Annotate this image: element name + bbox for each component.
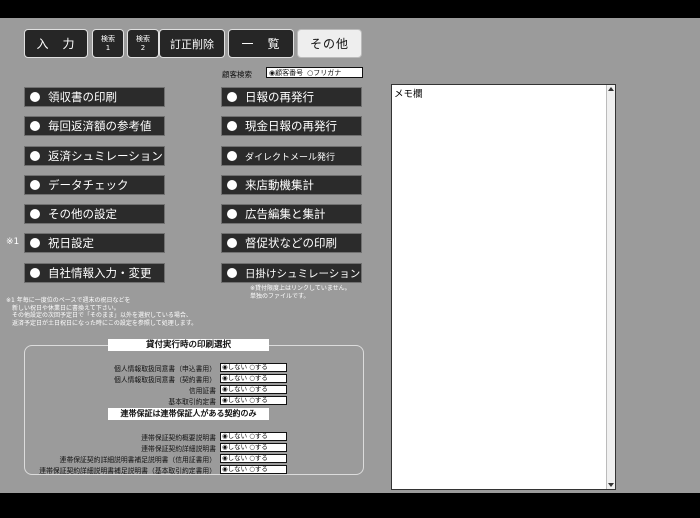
holiday-note-mark: ※1 xyxy=(6,237,20,247)
bullet-icon xyxy=(30,268,40,278)
menu-label: 領収書の印刷 xyxy=(48,90,117,104)
menu-label: 返済シュミレーション xyxy=(48,149,163,163)
print-option-radio[interactable]: ◉しない ○する xyxy=(220,374,287,383)
right-note-line: 単独のファイルです。 xyxy=(250,292,310,300)
bullet-icon xyxy=(227,268,237,278)
guarantor-option-radio[interactable]: ◉しない ○する xyxy=(220,465,287,474)
bullet-icon xyxy=(30,238,40,248)
menu-repayment-simulation[interactable]: 返済シュミレーション xyxy=(24,146,165,166)
bullet-icon xyxy=(227,209,237,219)
menu-holiday-settings[interactable]: 祝日設定 xyxy=(24,233,165,253)
print-settings-title: 貸付実行時の印刷選択 xyxy=(108,339,269,351)
scroll-down-icon[interactable] xyxy=(608,483,614,487)
tab-other[interactable]: その他 xyxy=(297,29,362,58)
customer-search-label: 顧客検索 xyxy=(222,70,252,79)
holiday-note-line: ※1 年毎に一度位のペースで週末の祝日などを xyxy=(6,297,131,304)
tab-search-1[interactable]: 検索 1 xyxy=(92,29,124,58)
menu-label: 現金日報の再発行 xyxy=(245,119,337,133)
guarantor-option-radio[interactable]: ◉しない ○する xyxy=(220,443,287,452)
menu-label: その他の設定 xyxy=(48,207,117,221)
tab-search-2[interactable]: 検索 2 xyxy=(127,29,159,58)
menu-ad-edit-stats[interactable]: 広告編集と集計 xyxy=(221,204,362,224)
menu-label: 自社情報入力・変更 xyxy=(48,266,152,280)
menu-visit-motive-stats[interactable]: 来店動機集計 xyxy=(221,175,362,195)
menu-receipt-print[interactable]: 領収書の印刷 xyxy=(24,87,165,107)
print-settings-panel: 貸付実行時の印刷選択 個人情報取扱同意書（申込書用） ◉しない ○する 個人情報… xyxy=(24,339,364,475)
holiday-note-line: 新しい祝日や休業日に書換えて下さい。 xyxy=(6,304,120,312)
memo-label: メモ欄 xyxy=(394,89,423,100)
menu-label: 日報の再発行 xyxy=(245,90,314,104)
menu-label: 督促状などの印刷 xyxy=(245,236,337,250)
holiday-note: ※1 年毎に一度位のペースで週末の祝日などを 新しい祝日や休業日に書換えて下さい… xyxy=(6,297,197,327)
memo-scrollbar[interactable] xyxy=(606,85,615,489)
scroll-up-icon[interactable] xyxy=(608,87,614,91)
menu-cash-report-reissue[interactable]: 現金日報の再発行 xyxy=(221,116,362,136)
print-option-radio[interactable]: ◉しない ○する xyxy=(220,385,287,394)
menu-data-check[interactable]: データチェック xyxy=(24,175,165,195)
guarantor-row-label: 連帯保証契約詳細説明書 xyxy=(141,445,216,453)
bullet-icon xyxy=(30,121,40,131)
memo-textarea[interactable]: メモ欄 xyxy=(391,84,616,490)
tab-list[interactable]: 一 覧 xyxy=(228,29,294,58)
holiday-note-line: 返済予定日が土日祝日になった時にこの設定を参照して処理します。 xyxy=(6,319,198,327)
menu-label: ダイレクトメール発行 xyxy=(245,152,336,163)
tab-input[interactable]: 入 力 xyxy=(24,29,88,58)
guarantor-option-radio[interactable]: ◉しない ○する xyxy=(220,432,287,441)
guarantor-row-label: 連帯保証契約詳細説明書補足説明書（基本取引約定書用） xyxy=(39,467,216,475)
menu-daily-installment-sim[interactable]: 日掛けシュミレーション xyxy=(221,263,362,283)
menu-company-info[interactable]: 自社情報入力・変更 xyxy=(24,263,165,283)
print-row-label: 個人情報取扱同意書（契約書用） xyxy=(114,376,216,384)
bullet-icon xyxy=(30,180,40,190)
bullet-icon xyxy=(30,151,40,161)
menu-label: 毎回返済額の参考値 xyxy=(48,119,152,133)
menu-label: 来店動機集計 xyxy=(245,178,314,192)
menu-direct-mail[interactable]: ダイレクトメール発行 xyxy=(221,146,362,166)
right-note-line: ※貸付限度上はリンクしていません。 xyxy=(250,285,351,292)
tab-correct-delete[interactable]: 訂正削除 xyxy=(159,29,225,58)
print-option-radio[interactable]: ◉しない ○する xyxy=(220,363,287,372)
menu-label: 広告編集と集計 xyxy=(245,207,326,221)
customer-search-options: ◉顧客番号 ○フリガナ xyxy=(266,67,363,78)
bullet-icon xyxy=(227,180,237,190)
bullet-icon xyxy=(227,92,237,102)
radio-furigana[interactable]: ○フリガナ xyxy=(307,68,341,78)
guarantor-option-radio[interactable]: ◉しない ○する xyxy=(220,454,287,463)
menu-daily-report-reissue[interactable]: 日報の再発行 xyxy=(221,87,362,107)
bullet-icon xyxy=(227,121,237,131)
main-window: 入 力 検索 1 検索 2 訂正削除 一 覧 その他 顧客検索 ◉顧客番号 ○フ… xyxy=(0,18,700,493)
menu-label: データチェック xyxy=(48,178,129,192)
bullet-icon xyxy=(30,92,40,102)
menu-other-settings[interactable]: その他の設定 xyxy=(24,204,165,224)
guarantor-row-label: 連帯保証契約詳細説明書補足説明書（信用証書用） xyxy=(59,456,216,464)
print-row-label: 個人情報取扱同意書（申込書用） xyxy=(114,365,216,373)
holiday-note-line: その他設定の次回予定日で「そのまま」以外を選択している場合、 xyxy=(6,312,192,319)
print-row-label: 信用証書 xyxy=(188,387,216,395)
guarantor-settings-title: 連帯保証は連帯保証人がある契約のみ xyxy=(108,408,269,420)
radio-customer-number[interactable]: ◉顧客番号 xyxy=(269,68,303,78)
guarantor-row-label: 連帯保証契約概要説明書 xyxy=(141,434,216,442)
print-row-label: 基本取引約定書 xyxy=(168,398,216,406)
bullet-icon xyxy=(30,209,40,219)
menu-reminder-print[interactable]: 督促状などの印刷 xyxy=(221,233,362,253)
print-option-radio[interactable]: ◉しない ○する xyxy=(220,396,287,405)
bullet-icon xyxy=(227,151,237,161)
menu-repayment-reference[interactable]: 毎回返済額の参考値 xyxy=(24,116,165,136)
menu-label: 祝日設定 xyxy=(48,236,94,250)
right-note: ※貸付限度上はリンクしていません。 単独のファイルです。 xyxy=(250,285,351,300)
menu-label: 日掛けシュミレーション xyxy=(245,267,361,280)
bullet-icon xyxy=(227,238,237,248)
